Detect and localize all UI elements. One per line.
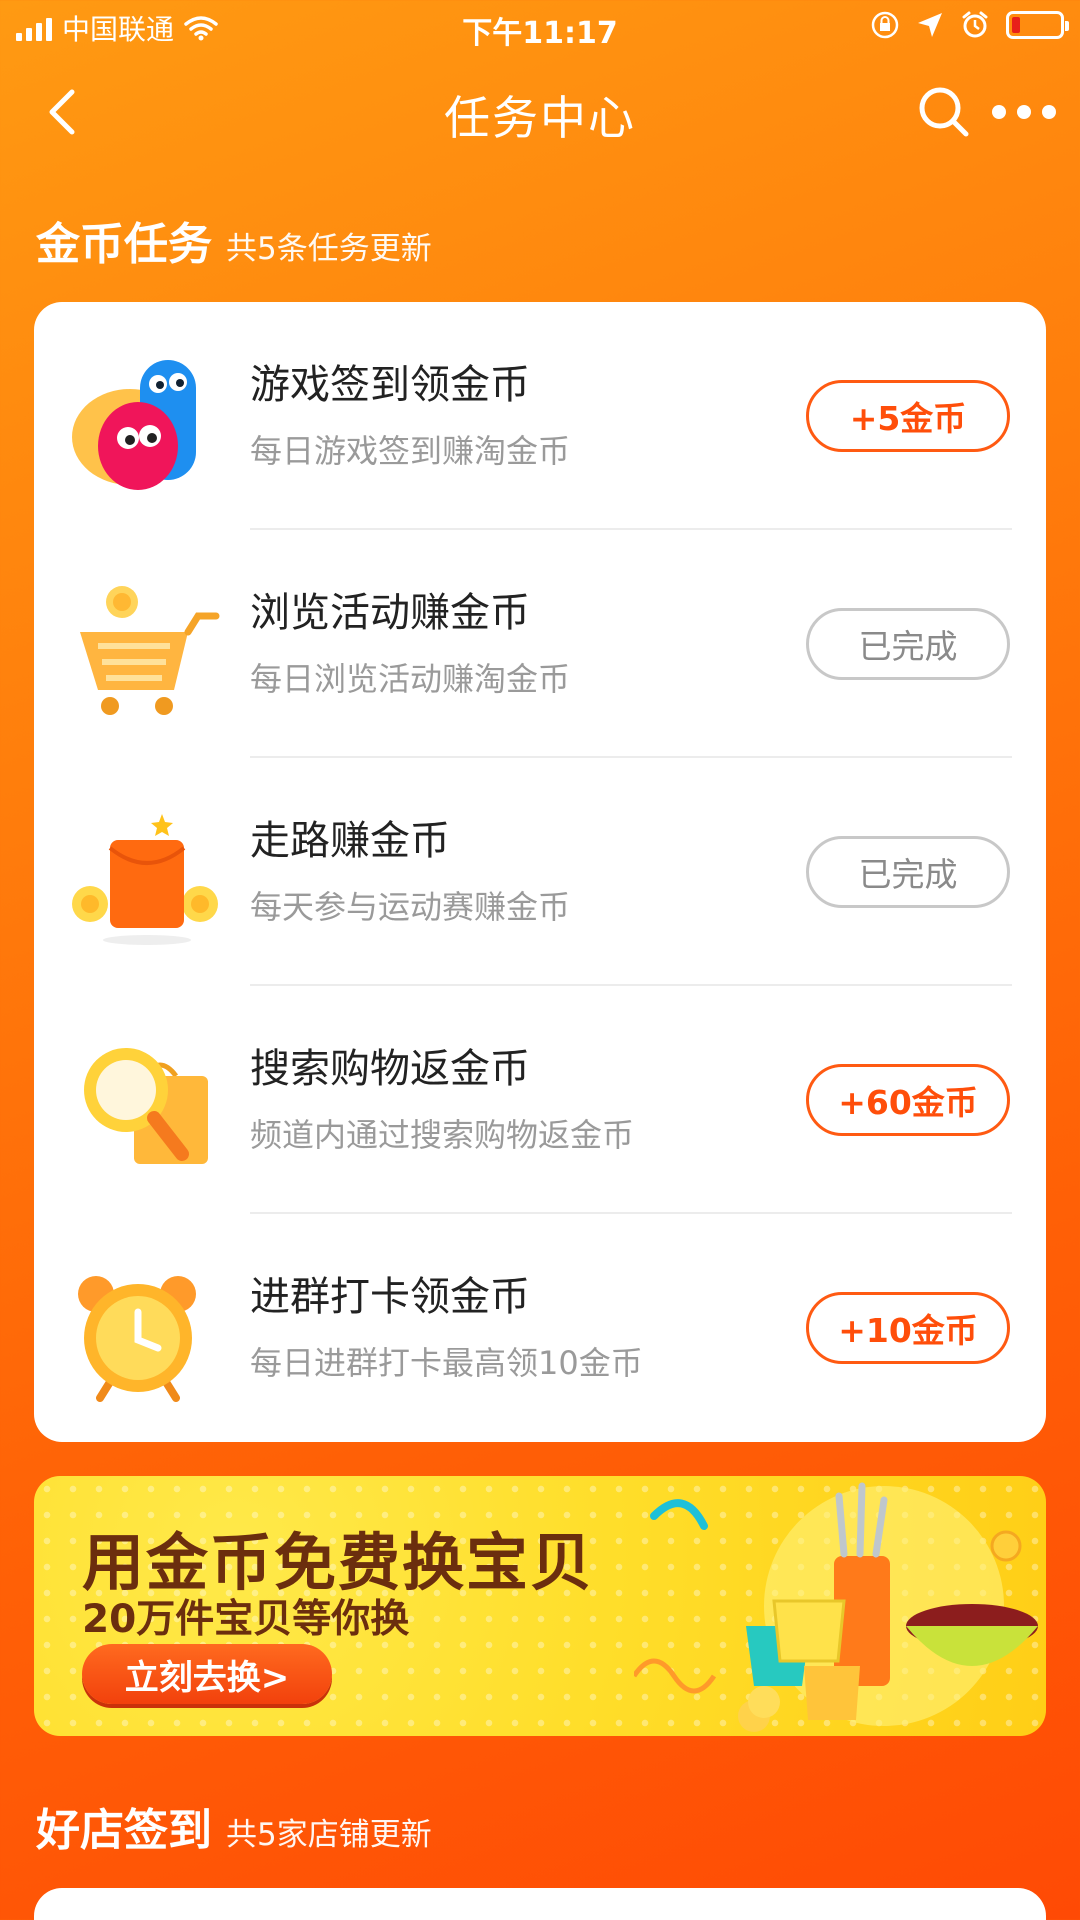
shop-checkin-header: 好店签到 共5家店铺更新 (36, 1794, 432, 1858)
task-description: 频道内通过搜索购物返金币 (250, 1116, 635, 1154)
task-title: 搜索购物返金币 (250, 1046, 530, 1092)
task-list-card: 游戏签到领金币 每日游戏签到赚淘金币 +5金币 浏览活动赚金币 每日浏览活动赚淘… (34, 302, 1046, 1442)
task-row[interactable]: 搜索购物返金币 频道内通过搜索购物返金币 +60金币 (34, 986, 1046, 1214)
task-row[interactable]: 游戏签到领金币 每日游戏签到赚淘金币 +5金币 (34, 302, 1046, 530)
section-title: 金币任务 (36, 219, 212, 270)
section-title: 好店签到 (36, 1805, 212, 1856)
magnifier-bag-icon (84, 1048, 208, 1164)
exchange-banner[interactable]: 用金币免费换宝贝 20万件宝贝等你换 立刻去换> (34, 1476, 1046, 1736)
dot-icon (1017, 105, 1031, 119)
status-right (870, 10, 1069, 40)
red-envelope-icon (72, 814, 218, 945)
task-title: 游戏签到领金币 (250, 362, 530, 408)
claim-coins-button[interactable]: +5金币 (806, 380, 1010, 452)
task-title: 浏览活动赚金币 (250, 590, 530, 636)
section-subtitle: 共5家店铺更新 (226, 1817, 432, 1853)
search-button[interactable] (914, 82, 974, 142)
task-description: 每日浏览活动赚淘金币 (250, 660, 571, 698)
nav-bar: 任务中心 (0, 62, 1080, 158)
shop-list-card (34, 1888, 1046, 1920)
task-title: 走路赚金币 (250, 818, 450, 864)
claim-coins-button[interactable]: +10金币 (806, 1292, 1010, 1364)
tableware-illustration (634, 1482, 1038, 1732)
alarm-clock-icon (78, 1276, 196, 1402)
banner-subtitle: 20万件宝贝等你换 (82, 1597, 410, 1642)
location-arrow-icon (918, 13, 942, 37)
rotation-lock-icon (871, 11, 899, 39)
dot-icon (992, 105, 1006, 119)
task-description: 每日游戏签到赚淘金币 (250, 432, 571, 470)
alarm-icon (962, 11, 988, 38)
claim-coins-button[interactable]: +60金币 (806, 1064, 1010, 1136)
task-description: 每天参与运动赛赚金币 (250, 888, 571, 926)
search-icon (919, 87, 969, 137)
task-description: 每日进群打卡最高领10金币 (250, 1344, 643, 1382)
dot-icon (1042, 105, 1056, 119)
more-options-button[interactable] (992, 94, 1056, 130)
task-completed-button[interactable]: 已完成 (806, 608, 1010, 680)
coin-tasks-header: 金币任务 共5条任务更新 (36, 208, 432, 272)
shopping-cart-icon (80, 586, 220, 715)
section-subtitle: 共5条任务更新 (226, 231, 432, 267)
status-bar: 中国联通 下午11:17 (0, 0, 1080, 56)
task-title: 进群打卡领金币 (250, 1274, 530, 1320)
task-completed-button[interactable]: 已完成 (806, 836, 1010, 908)
battery-icon (1006, 11, 1069, 39)
task-row[interactable]: 进群打卡领金币 每日进群打卡最高领10金币 +10金币 (34, 1214, 1046, 1442)
game-characters-icon (72, 360, 196, 490)
task-row[interactable]: 浏览活动赚金币 每日浏览活动赚淘金币 已完成 (34, 530, 1046, 758)
exchange-now-button[interactable]: 立刻去换> (82, 1644, 332, 1704)
task-row[interactable]: 走路赚金币 每天参与运动赛赚金币 已完成 (34, 758, 1046, 986)
